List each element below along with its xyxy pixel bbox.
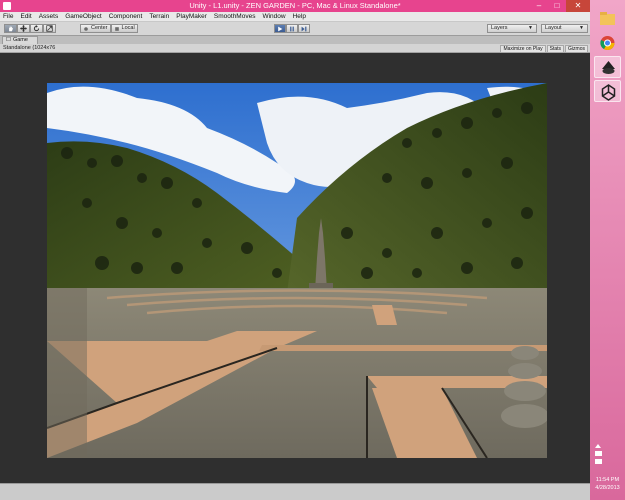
- unity-icon: [601, 84, 616, 101]
- clock[interactable]: 11:54 PM 4/28/2013: [590, 476, 625, 492]
- play-button[interactable]: [274, 24, 286, 33]
- menu-gameobject[interactable]: GameObject: [65, 13, 102, 20]
- menu-assets[interactable]: Assets: [39, 13, 59, 20]
- menu-playmaker[interactable]: PlayMaker: [176, 13, 207, 20]
- menu-file[interactable]: File: [3, 13, 13, 20]
- hand-tool-button[interactable]: [4, 24, 17, 33]
- folder-icon: [600, 12, 615, 25]
- step-icon: [301, 26, 307, 31]
- pause-icon: [290, 26, 294, 31]
- pivot-toggles: Center Local: [80, 24, 138, 33]
- game-icon: ☐: [6, 37, 11, 43]
- menu-help[interactable]: Help: [293, 13, 306, 20]
- menu-edit[interactable]: Edit: [20, 13, 31, 20]
- chevron-down-icon: ▼: [528, 25, 533, 31]
- chrome-icon: [600, 36, 615, 50]
- close-button[interactable]: ✕: [566, 0, 590, 12]
- layout-dropdown[interactable]: Layout ▼: [541, 24, 588, 33]
- gizmos-toggle[interactable]: Gizmos: [565, 45, 588, 53]
- taskbar-file-explorer[interactable]: [594, 8, 621, 30]
- chevron-down-icon: ▼: [579, 25, 584, 31]
- network-icon[interactable]: [595, 451, 602, 456]
- game-view-toolbar: Standalone (1024x76 Maximize on Play Sta…: [0, 44, 590, 53]
- taskbar-chrome[interactable]: [594, 32, 621, 54]
- game-scene-render[interactable]: [47, 83, 547, 458]
- local-icon: [114, 26, 119, 31]
- scale-tool-button[interactable]: [43, 24, 56, 33]
- maximize-button[interactable]: □: [548, 0, 566, 12]
- rotate-tool-button[interactable]: [30, 24, 43, 33]
- main-toolbar: Center Local Layers ▼ Layout ▼: [0, 22, 590, 36]
- clock-time: 11:54 PM: [595, 477, 620, 483]
- status-bar: [0, 483, 590, 500]
- rotate-icon: [33, 25, 40, 32]
- window-title: Unity - L1.unity - ZEN GARDEN - PC, Mac …: [189, 1, 401, 10]
- maximize-on-play-toggle[interactable]: Maximize on Play: [500, 45, 546, 53]
- windows-taskbar: 11:54 PM 4/28/2013: [590, 0, 625, 500]
- menu-smoothmoves[interactable]: SmoothMoves: [214, 13, 256, 20]
- minimize-button[interactable]: –: [530, 0, 548, 12]
- tab-game-label: Game: [12, 37, 28, 43]
- resolution-dropdown[interactable]: Standalone (1024x76: [3, 45, 55, 51]
- space-label: Local: [121, 25, 135, 31]
- layers-dropdown[interactable]: Layers ▼: [487, 24, 537, 33]
- step-button[interactable]: [298, 24, 310, 33]
- scale-icon: [46, 25, 53, 32]
- clock-date: 4/28/2013: [595, 485, 620, 491]
- taskbar-inkscape[interactable]: [594, 56, 621, 78]
- play-controls: [274, 24, 310, 33]
- pause-button[interactable]: [286, 24, 298, 33]
- taskbar-unity[interactable]: [594, 80, 621, 102]
- menu-terrain[interactable]: Terrain: [149, 13, 169, 20]
- pivot-center-toggle[interactable]: Center: [80, 24, 111, 33]
- stats-toggle[interactable]: Stats: [546, 45, 565, 53]
- menu-bar: File Edit Assets GameObject Component Te…: [0, 12, 590, 22]
- pivot-icon: [84, 26, 88, 31]
- transform-tools: [4, 24, 56, 33]
- hand-icon: [9, 26, 13, 32]
- play-icon: [278, 26, 283, 31]
- tab-row: ☐ Game: [0, 36, 590, 44]
- system-tray: 11:54 PM 4/28/2013: [590, 440, 625, 500]
- notification-arrow-icon[interactable]: [595, 444, 601, 448]
- window-titlebar: Unity - L1.unity - ZEN GARDEN - PC, Mac …: [0, 0, 590, 12]
- tab-game[interactable]: ☐ Game: [2, 36, 38, 44]
- layers-label: Layers: [491, 25, 508, 31]
- volume-icon[interactable]: [595, 459, 602, 464]
- pivot-label: Center: [91, 25, 108, 31]
- inkscape-icon: [602, 61, 615, 74]
- menu-component[interactable]: Component: [109, 13, 143, 20]
- move-icon: [20, 25, 27, 32]
- layout-label: Layout: [545, 25, 562, 31]
- game-viewport[interactable]: [0, 53, 590, 483]
- move-tool-button[interactable]: [17, 24, 30, 33]
- space-local-toggle[interactable]: Local: [110, 24, 138, 33]
- menu-window[interactable]: Window: [262, 13, 285, 20]
